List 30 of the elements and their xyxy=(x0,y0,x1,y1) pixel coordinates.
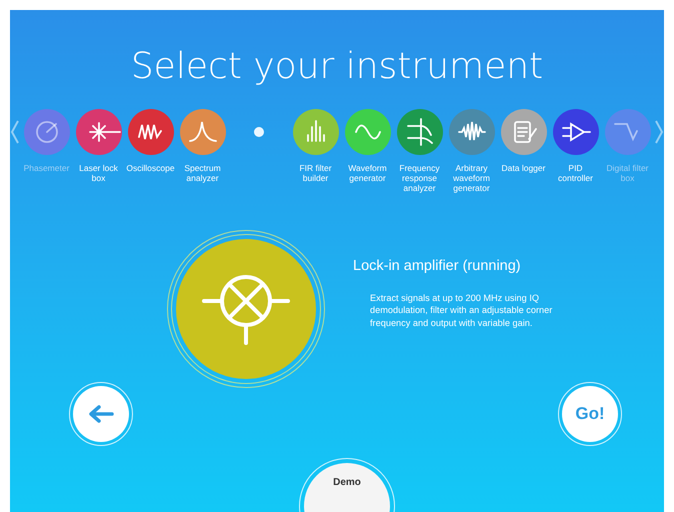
instrument-description: Extract signals at up to 200 MHz using IQ demodulation, filter with an adjustable corner frequency and output with variable gain. xyxy=(370,292,554,330)
instrument-icon[interactable] xyxy=(448,109,494,155)
instrument-icon[interactable] xyxy=(180,109,226,155)
instrument-icon[interactable] xyxy=(76,109,122,155)
back-button[interactable] xyxy=(73,386,129,442)
instrument-label: Oscilloscope xyxy=(125,163,176,174)
instrument-icon[interactable] xyxy=(552,109,598,155)
instrument-label: FIR filter builder xyxy=(298,163,333,184)
instrument-label: Digital filter box xyxy=(605,163,650,184)
page-title: Select your instrument xyxy=(130,46,544,87)
instrument-label: Phasemeter xyxy=(22,163,70,174)
instrument-label: PID controller xyxy=(557,163,594,184)
instrument-icon[interactable] xyxy=(396,109,442,155)
instrument-icon[interactable] xyxy=(128,109,174,155)
instrument-label: Spectrum analyzer xyxy=(183,163,222,184)
instrument-name: Lock-in amplifier (running) xyxy=(353,258,522,274)
instrument-icon[interactable] xyxy=(344,109,390,155)
instrument-label: Waveform generator xyxy=(347,163,388,184)
instrument-label: Frequency response analyzer xyxy=(398,163,441,194)
chevron-left-icon[interactable] xyxy=(10,119,20,145)
instrument-icon[interactable] xyxy=(500,109,546,155)
instrument-label: Arbitrary waveform generator xyxy=(452,163,491,194)
glow-dot-icon xyxy=(253,126,265,138)
demo-button[interactable]: Demo xyxy=(304,462,390,512)
instrument-label: Data logger xyxy=(500,163,546,174)
chevron-right-icon[interactable] xyxy=(654,119,664,145)
instrument-label: Laser lock box xyxy=(78,163,119,184)
mixer-icon[interactable] xyxy=(176,238,316,379)
arrow-left-icon xyxy=(88,404,114,424)
instrument-icon[interactable] xyxy=(292,109,338,155)
